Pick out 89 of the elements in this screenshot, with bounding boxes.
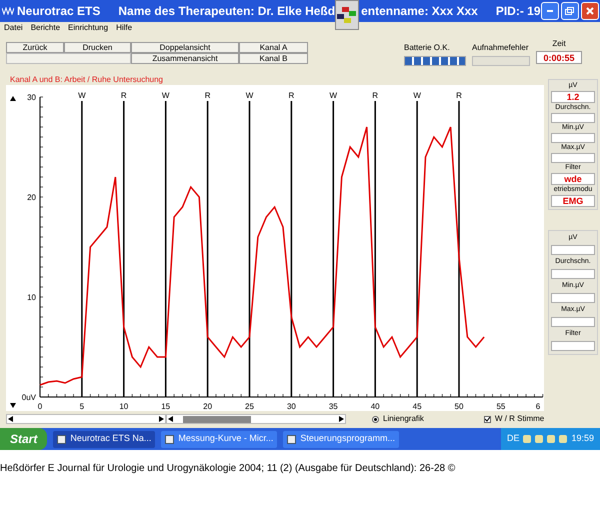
- restore-button[interactable]: [560, 2, 578, 20]
- menu-item[interactable]: Hilfe: [116, 22, 132, 34]
- phase-label: W: [162, 91, 170, 100]
- error-field: [472, 56, 530, 66]
- x-tick-label: 55: [496, 402, 506, 411]
- value-field: [551, 341, 595, 351]
- scroll-left-icon: [168, 416, 173, 422]
- time-label: Zeit: [552, 38, 566, 50]
- app-logo-icon: [2, 7, 14, 15]
- toolbar-button[interactable]: Zusammenansicht: [131, 53, 239, 64]
- scrollbar[interactable]: [6, 414, 166, 424]
- x-tick-label: 40: [370, 402, 380, 411]
- taskbar-button[interactable]: Messung-Kurve - Micr...: [161, 430, 278, 448]
- window-title: Neurotrac ETS: [17, 3, 100, 20]
- value-field: EMG: [551, 195, 595, 207]
- radio-label: Liniengrafik: [383, 413, 424, 425]
- x-tick-label: 20: [203, 402, 212, 411]
- scroll-right-icon: [339, 416, 344, 422]
- y-tick-label: 20: [27, 193, 36, 202]
- scrollbar[interactable]: [166, 414, 346, 424]
- value-field: [551, 133, 595, 143]
- error-label: Aufnahmefehler: [472, 42, 530, 54]
- scroll-up-icon: [10, 96, 16, 101]
- phase-label: W: [413, 91, 421, 100]
- toolbar-button[interactable]: Kanal B: [239, 53, 308, 64]
- app-window-icon: [57, 434, 66, 444]
- value-field: [551, 317, 595, 327]
- caption: Heßdörfer E Journal für Urologie und Urogynäkologie 2004; 11 (2) (Ausgabe für Deutschland): 26-28 ©: [0, 462, 456, 476]
- app-window-icon: [165, 434, 174, 444]
- taskbar-button[interactable]: Steuerungsprogramm...: [283, 430, 399, 448]
- value-field: [551, 269, 595, 279]
- restore-icon: [565, 7, 574, 15]
- y-tick-label: 0uV: [22, 393, 36, 402]
- x-tick-label: 10: [119, 402, 128, 411]
- y-tick-label: 30: [27, 93, 36, 102]
- menu-item[interactable]: Berichte: [30, 22, 60, 34]
- clock: 19:59: [571, 432, 594, 446]
- close-button[interactable]: [580, 2, 598, 20]
- menu-item[interactable]: Einrichtung: [68, 22, 108, 34]
- phase-label: R: [372, 91, 378, 100]
- time-display: 0:00:55: [536, 51, 582, 64]
- x-tick-label: 50: [454, 402, 464, 411]
- value-field: [551, 293, 595, 303]
- x-tick-label: 30: [286, 402, 296, 411]
- chart-title: Kanal A und B: Arbeit / Ruhe Untersuchung: [9, 75, 164, 85]
- toolbar-button[interactable]: Drucken: [64, 42, 131, 53]
- x-tick-label: 25: [245, 402, 254, 411]
- value-field: 1.2: [551, 91, 595, 103]
- x-tick-label: 6: [536, 402, 540, 411]
- radio-button[interactable]: [372, 416, 379, 422]
- close-icon: [586, 7, 594, 15]
- minimize-icon: [546, 10, 554, 12]
- language-indicator: DE: [506, 432, 520, 446]
- scroll-down-icon: [10, 403, 16, 408]
- scroll-left-icon: [8, 416, 13, 422]
- toolbar-button[interactable]: Zurück: [6, 42, 64, 53]
- toolbar-button[interactable]: Kanal A: [239, 42, 308, 53]
- phase-label: R: [288, 91, 294, 100]
- value-field: wde: [551, 173, 595, 185]
- x-tick-label: 0: [38, 402, 42, 411]
- start-button[interactable]: Start: [0, 428, 48, 450]
- app-window-icon: [287, 434, 296, 444]
- value-field: [551, 245, 595, 255]
- phase-label: R: [204, 91, 210, 100]
- battery-label: Batterie O.K.: [404, 42, 450, 54]
- toolbar-button[interactable]: Doppelansicht: [131, 42, 239, 53]
- phase-label: W: [246, 91, 254, 100]
- patient-id: PID:- 19: [496, 3, 540, 20]
- checkbox-label: W / R Stimme: [494, 413, 544, 425]
- phase-label: W: [78, 91, 86, 100]
- x-tick-label: 45: [412, 402, 422, 411]
- therapist-name: Name des Therapeuten: Dr. Elke Heßd: [118, 3, 336, 20]
- taskbar-button[interactable]: Neurotrac ETS Na...: [53, 430, 156, 448]
- y-tick-label: 10: [27, 293, 36, 302]
- value-field: [551, 113, 595, 123]
- x-tick-label: 5: [80, 402, 84, 411]
- patient-name: entenname: Xxx Xxx: [361, 3, 478, 20]
- minimize-button[interactable]: [540, 2, 558, 20]
- phase-label: R: [120, 91, 127, 100]
- phase-label: R: [456, 91, 462, 100]
- x-tick-label: 15: [161, 402, 170, 411]
- menu-item[interactable]: Datei: [4, 22, 23, 34]
- x-tick-label: 35: [328, 402, 338, 411]
- phase-label: W: [330, 91, 338, 100]
- checkbox[interactable]: [484, 416, 491, 422]
- scroll-thumb[interactable]: [183, 416, 251, 422]
- popup-window-icon: [335, 0, 360, 30]
- scroll-right-icon: [159, 416, 164, 422]
- value-field: [551, 153, 595, 163]
